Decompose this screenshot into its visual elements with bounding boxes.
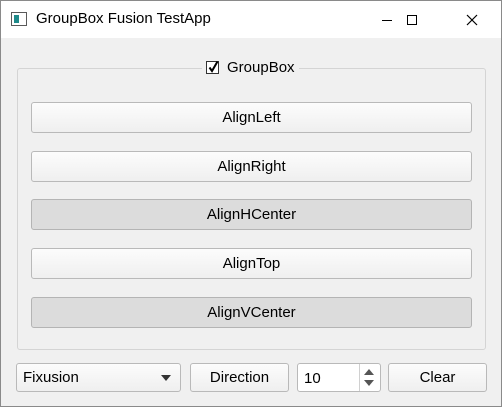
groupbox-checkbox[interactable]	[206, 60, 219, 74]
app-icon	[11, 12, 27, 26]
title-bar[interactable]: GroupBox Fusion TestApp	[1, 1, 501, 38]
chevron-down-icon	[161, 375, 171, 381]
spinbox-buttons	[359, 364, 380, 391]
spinbox-value[interactable]: 10	[304, 370, 321, 387]
maximize-icon	[407, 14, 417, 25]
value-spinbox[interactable]: 10	[297, 363, 381, 392]
align-top-button[interactable]: AlignTop	[31, 248, 472, 279]
groupbox-header[interactable]: GroupBox	[202, 57, 299, 77]
style-combobox[interactable]: Fixusion	[16, 363, 181, 392]
groupbox-label: GroupBox	[227, 58, 295, 76]
align-right-button[interactable]: AlignRight	[31, 151, 472, 182]
close-button[interactable]	[449, 1, 495, 38]
checkmark-icon	[208, 60, 219, 73]
maximize-button[interactable]	[389, 1, 435, 38]
align-left-button[interactable]: AlignLeft	[31, 102, 472, 133]
spin-up-icon[interactable]	[364, 369, 374, 375]
align-hcenter-button[interactable]: AlignHCenter	[31, 199, 472, 230]
align-vcenter-button[interactable]: AlignVCenter	[31, 297, 472, 328]
spin-down-icon[interactable]	[364, 380, 374, 386]
window-title: GroupBox Fusion TestApp	[36, 10, 211, 27]
close-icon	[466, 14, 478, 25]
direction-button[interactable]: Direction	[190, 363, 289, 392]
clear-button[interactable]: Clear	[388, 363, 487, 392]
app-window: GroupBox Fusion TestApp GroupBox AlignLe…	[0, 0, 502, 407]
style-combobox-value: Fixusion	[23, 369, 79, 386]
